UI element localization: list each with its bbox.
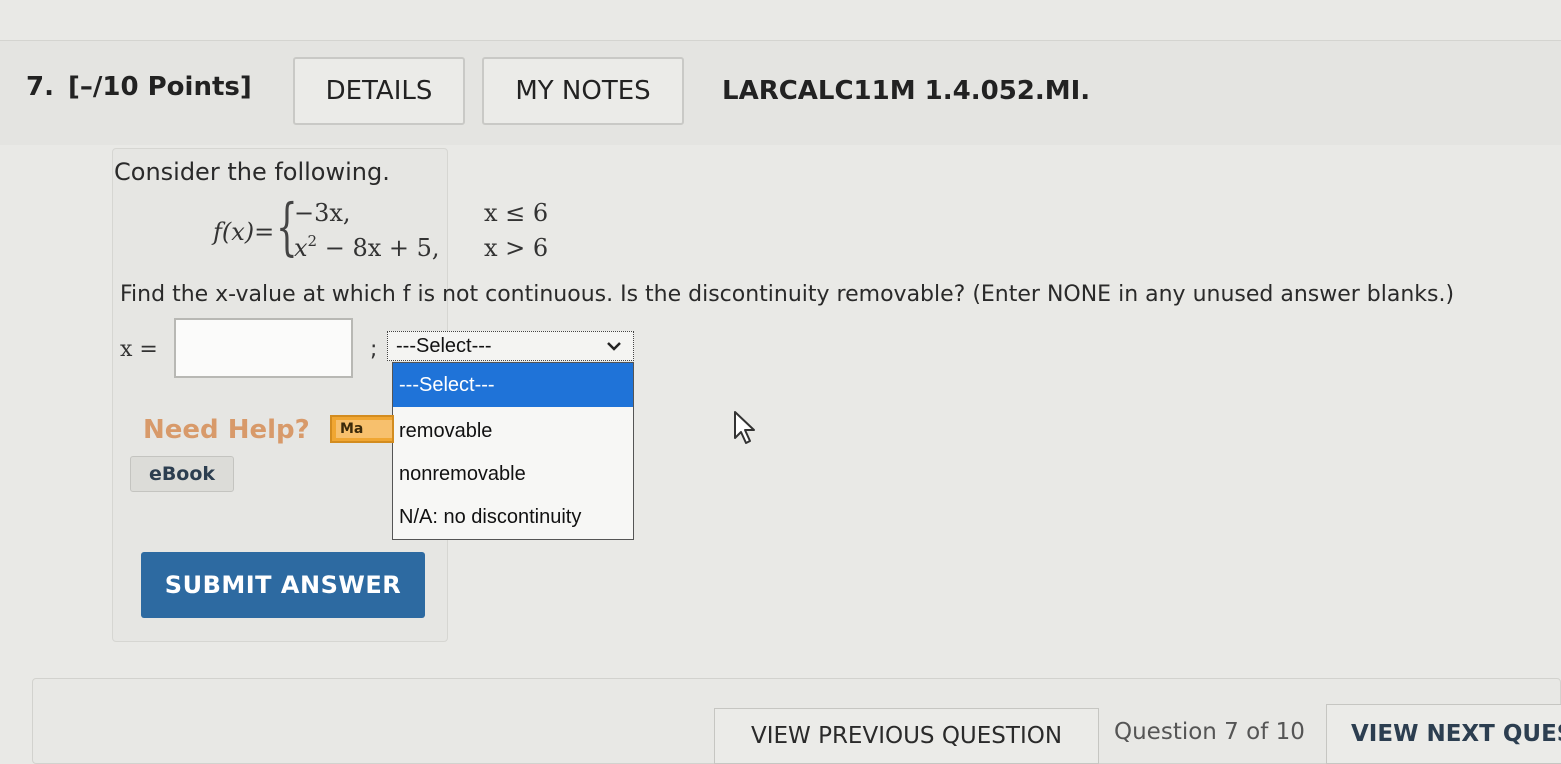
select-option-default[interactable]: ---Select---: [393, 363, 633, 407]
select-dropdown-list: ---Select--- removable nonremovable N/A:…: [392, 362, 634, 540]
function-lhs: f(x)=: [213, 218, 275, 246]
chevron-down-icon: [607, 342, 621, 351]
my-notes-button[interactable]: MY NOTES: [482, 57, 684, 125]
details-button[interactable]: DETAILS: [293, 57, 465, 125]
view-next-question-button[interactable]: VIEW NEXT QUEST: [1326, 704, 1561, 764]
submit-answer-button[interactable]: SUBMIT ANSWER: [141, 552, 425, 618]
piece-2-expression: x2 − 8x + 5,: [294, 232, 440, 262]
question-intro: Consider the following.: [114, 158, 390, 186]
x-label: x =: [120, 337, 158, 362]
question-number: 7.: [26, 72, 54, 102]
question-counter: Question 7 of 10: [1114, 719, 1305, 745]
piece-2-condition: x > 6: [484, 234, 549, 262]
answer-separator: ;: [370, 337, 378, 362]
master-it-button[interactable]: Ma: [330, 415, 394, 443]
removability-select[interactable]: ---Select---: [387, 331, 634, 361]
ebook-button[interactable]: eBook: [130, 456, 234, 492]
piece-1-condition: x ≤ 6: [484, 199, 549, 227]
piece-1-expression: −3x,: [294, 199, 351, 227]
select-option-no-discontinuity[interactable]: N/A: no discontinuity: [393, 495, 633, 539]
select-current-value: ---Select---: [396, 334, 492, 357]
question-points: [–/10 Points]: [68, 72, 252, 102]
select-option-removable[interactable]: removable: [393, 409, 633, 453]
view-previous-question-button[interactable]: VIEW PREVIOUS QUESTION: [714, 708, 1099, 764]
problem-code: LARCALC11M 1.4.052.MI.: [722, 76, 1091, 106]
master-it-label: Ma: [340, 421, 364, 437]
mouse-pointer-icon: [734, 411, 755, 444]
select-option-nonremovable[interactable]: nonremovable: [393, 452, 633, 496]
x-value-input[interactable]: [174, 318, 353, 378]
question-instruction: Find the x-value at which f is not conti…: [120, 282, 1455, 307]
need-help-label: Need Help?: [143, 415, 310, 445]
